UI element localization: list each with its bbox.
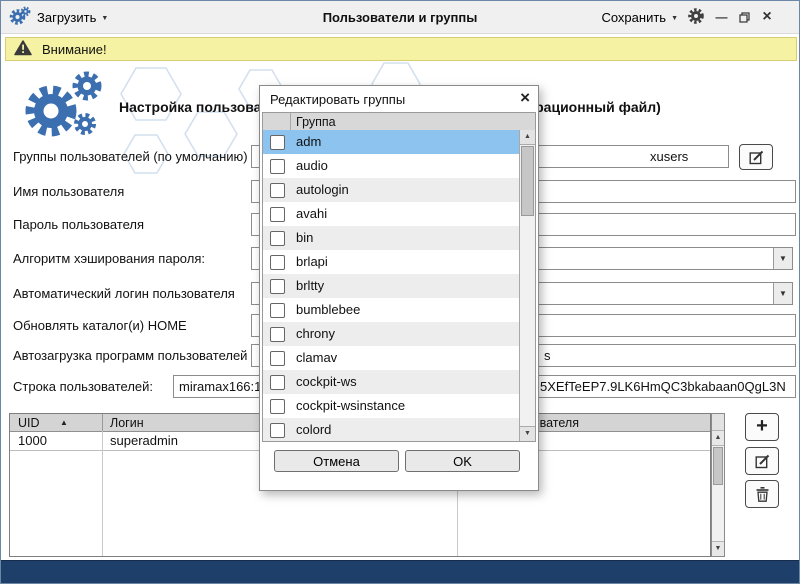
edit-user-button[interactable] xyxy=(745,447,779,475)
group-row[interactable]: autologin xyxy=(263,178,519,202)
group-checkbox[interactable] xyxy=(270,303,285,318)
sort-asc-icon: ▲ xyxy=(60,418,68,427)
users-table-scrollbar[interactable]: ▲ ▼ xyxy=(711,413,725,557)
group-row[interactable]: audio xyxy=(263,154,519,178)
close-button[interactable]: × xyxy=(760,9,774,25)
cell-uid: 1000 xyxy=(18,433,47,448)
group-checkbox[interactable] xyxy=(270,423,285,438)
group-checkbox[interactable] xyxy=(270,375,285,390)
group-label: colord xyxy=(296,422,331,437)
warning-icon xyxy=(14,40,32,59)
group-checkbox[interactable] xyxy=(270,327,285,342)
group-row[interactable]: avahi xyxy=(263,202,519,226)
titlebar-right: Сохранить ▼ — × xyxy=(601,1,774,33)
group-row[interactable]: colord xyxy=(263,418,519,441)
group-row[interactable]: clamav xyxy=(263,346,519,370)
group-row[interactable]: brlapi xyxy=(263,250,519,274)
group-checkbox[interactable] xyxy=(270,351,285,366)
group-label: cockpit-wsinstance xyxy=(296,398,405,413)
cancel-button[interactable]: Отмена xyxy=(274,450,399,472)
scroll-up-icon[interactable]: ▲ xyxy=(520,130,535,145)
user-string-value-start: miramax166:10 xyxy=(179,379,269,394)
group-checkbox[interactable] xyxy=(270,231,285,246)
column-header-uid[interactable]: UID xyxy=(18,416,40,430)
scrollbar-thumb[interactable] xyxy=(521,146,534,216)
plus-icon: + xyxy=(756,416,768,436)
groups-scrollbar[interactable]: ▲ ▼ xyxy=(519,130,535,441)
hash-algorithm-label: Алгоритм хэширования пароля: xyxy=(13,251,205,266)
groups-rows: adm audio autologin avahi bin brlapi brl… xyxy=(263,130,519,441)
group-label: chrony xyxy=(296,326,335,341)
user-string-value-end: 5XEfTeEP7.9LK6HmQC3bkabaan0QgL3N xyxy=(540,379,786,394)
group-label: bin xyxy=(296,230,313,245)
group-checkbox[interactable] xyxy=(270,399,285,414)
chevron-down-icon: ▼ xyxy=(671,15,678,22)
autologin-label: Автоматический логин пользователя xyxy=(13,286,235,301)
group-label: autologin xyxy=(296,182,349,197)
groups-list: Группа adm audio autologin avahi bin brl… xyxy=(262,112,536,442)
save-button[interactable]: Сохранить ▼ xyxy=(601,10,678,25)
group-label: bumblebee xyxy=(296,302,360,317)
group-row[interactable]: cockpit-ws xyxy=(263,370,519,394)
default-groups-value: xusers xyxy=(650,149,688,164)
column-header-login[interactable]: Логин xyxy=(110,416,144,430)
group-checkbox[interactable] xyxy=(270,135,285,150)
group-label: audio xyxy=(296,158,328,173)
username-label: Имя пользователя xyxy=(13,184,124,199)
groups-list-header: Группа xyxy=(263,113,535,131)
save-button-label: Сохранить xyxy=(601,10,666,25)
column-divider xyxy=(102,431,103,556)
default-groups-label: Группы пользователей (по умолчанию) xyxy=(13,149,248,164)
group-row[interactable]: bumblebee xyxy=(263,298,519,322)
group-label: cockpit-ws xyxy=(296,374,357,389)
dialog-close-button[interactable]: × xyxy=(520,88,530,108)
delete-user-button[interactable] xyxy=(745,480,779,508)
group-checkbox[interactable] xyxy=(270,255,285,270)
column-divider xyxy=(102,414,103,431)
group-checkbox[interactable] xyxy=(270,279,285,294)
edit-default-groups-button[interactable] xyxy=(739,144,773,170)
scrollbar-thumb[interactable] xyxy=(713,447,723,485)
user-string-label: Строка пользователей: xyxy=(13,379,153,394)
autostart-label: Автозагрузка программ пользователей xyxy=(13,348,247,363)
chevron-down-icon[interactable]: ▼ xyxy=(773,283,792,304)
status-bar xyxy=(1,560,799,583)
group-label: adm xyxy=(296,134,321,149)
group-column-header[interactable]: Группа xyxy=(296,115,336,129)
group-row[interactable]: bin xyxy=(263,226,519,250)
group-checkbox[interactable] xyxy=(270,183,285,198)
group-row[interactable]: cockpit-wsinstance xyxy=(263,394,519,418)
group-row[interactable]: adm xyxy=(263,130,519,154)
minimize-button[interactable]: — xyxy=(714,9,728,25)
scrollbar-spacer xyxy=(712,414,724,431)
group-label: avahi xyxy=(296,206,327,221)
edit-groups-dialog: Редактировать группы × Группа adm audio … xyxy=(259,85,539,491)
chevron-down-icon[interactable]: ▼ xyxy=(773,248,792,269)
group-label: brltty xyxy=(296,278,324,293)
group-checkbox[interactable] xyxy=(270,159,285,174)
group-row[interactable]: chrony xyxy=(263,322,519,346)
add-user-button[interactable]: + xyxy=(745,413,779,441)
app-window: Загрузить ▼ Пользователи и группы Сохран… xyxy=(0,0,800,584)
password-label: Пароль пользователя xyxy=(13,217,144,232)
group-label: clamav xyxy=(296,350,337,365)
update-home-label: Обновлять каталог(и) HOME xyxy=(13,318,187,333)
group-label: brlapi xyxy=(296,254,328,269)
autostart-value: s xyxy=(544,348,551,363)
dialog-titlebar: Редактировать группы × xyxy=(260,86,538,112)
maximize-button[interactable] xyxy=(737,9,751,25)
gears-illustration xyxy=(13,67,113,148)
settings-gear-icon[interactable] xyxy=(687,7,705,28)
group-row[interactable]: brltty xyxy=(263,274,519,298)
ok-button[interactable]: OK xyxy=(405,450,520,472)
scroll-up-icon[interactable]: ▲ xyxy=(712,431,724,446)
cell-login: superadmin xyxy=(110,433,178,448)
dialog-title: Редактировать группы xyxy=(270,92,405,107)
group-checkbox[interactable] xyxy=(270,207,285,222)
titlebar: Загрузить ▼ Пользователи и группы Сохран… xyxy=(1,1,799,34)
scroll-down-icon[interactable]: ▼ xyxy=(712,541,724,556)
scroll-down-icon[interactable]: ▼ xyxy=(520,426,535,441)
